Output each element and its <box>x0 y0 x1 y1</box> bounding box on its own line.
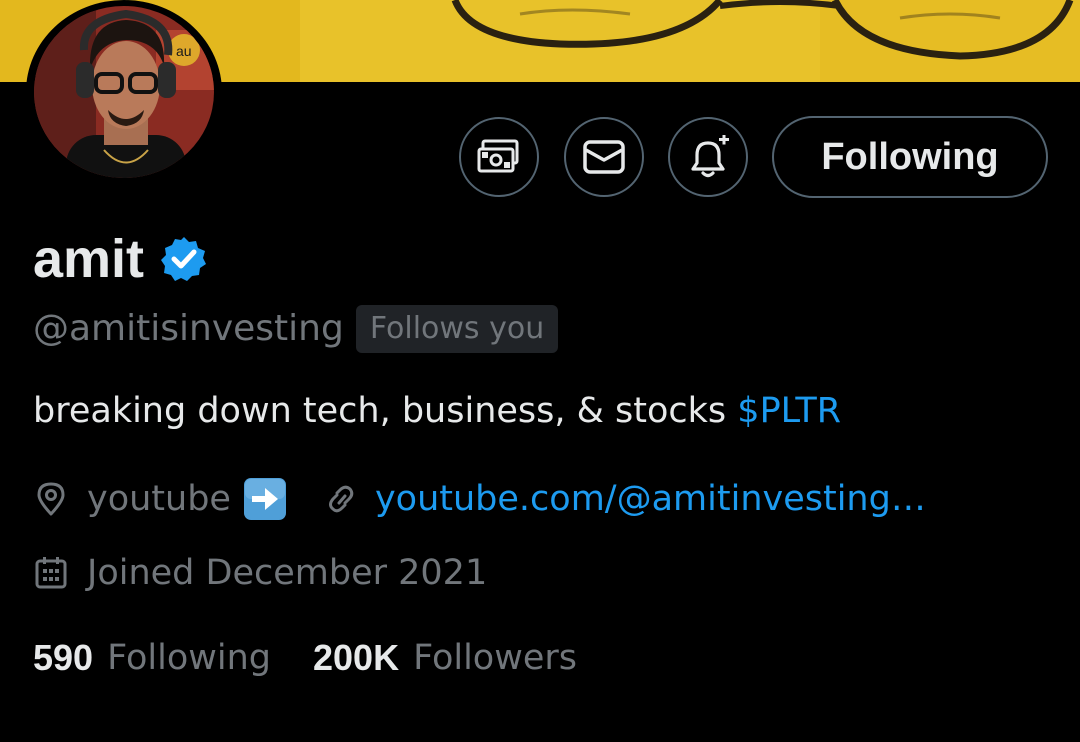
location-pin-icon <box>37 482 65 516</box>
following-label: Following <box>107 638 271 678</box>
followers-count: 200K <box>313 637 400 678</box>
following-stat[interactable]: 590 Following <box>33 632 271 684</box>
bell-plus-icon <box>691 135 729 178</box>
calendar-icon <box>35 557 67 589</box>
website-link[interactable]: youtube.com/@amitinvesting… <box>375 474 926 524</box>
joined-date: Joined December 2021 <box>87 553 488 593</box>
handle-row: @amitisinvesting Follows you <box>33 304 559 354</box>
avatar-sign-text: au <box>176 43 192 59</box>
avatar[interactable]: au <box>26 0 222 184</box>
profile-meta-row: youtube youtube.com/@amitinvesting… <box>33 474 926 524</box>
follows-you-badge: Follows you <box>355 305 559 353</box>
location-text: youtube <box>87 479 231 519</box>
link-icon <box>328 485 354 513</box>
following-button[interactable]: Following <box>772 116 1048 198</box>
followers-label: Followers <box>413 638 578 678</box>
follow-stats: 590 Following 200K Followers <box>33 632 577 684</box>
bio-cashtag-link[interactable]: $PLTR <box>737 391 841 431</box>
message-button[interactable] <box>564 117 644 197</box>
envelope-icon <box>583 140 625 174</box>
right-arrow-emoji <box>243 478 286 520</box>
money-icon <box>477 139 519 173</box>
joined-row: Joined December 2021 <box>33 548 487 598</box>
following-count: 590 <box>33 637 94 678</box>
display-name: amit <box>33 229 145 289</box>
followers-stat[interactable]: 200K Followers <box>313 632 577 684</box>
tip-button[interactable] <box>459 117 539 197</box>
notifications-button[interactable] <box>668 117 748 197</box>
avatar-image: au <box>34 6 214 178</box>
verified-badge-icon[interactable] <box>160 235 208 283</box>
bio: breaking down tech, business, & stocks $… <box>33 386 841 436</box>
user-handle: @amitisinvesting <box>33 308 344 349</box>
bio-text: breaking down tech, business, & stocks <box>33 391 738 431</box>
display-name-row: amit <box>33 224 208 294</box>
